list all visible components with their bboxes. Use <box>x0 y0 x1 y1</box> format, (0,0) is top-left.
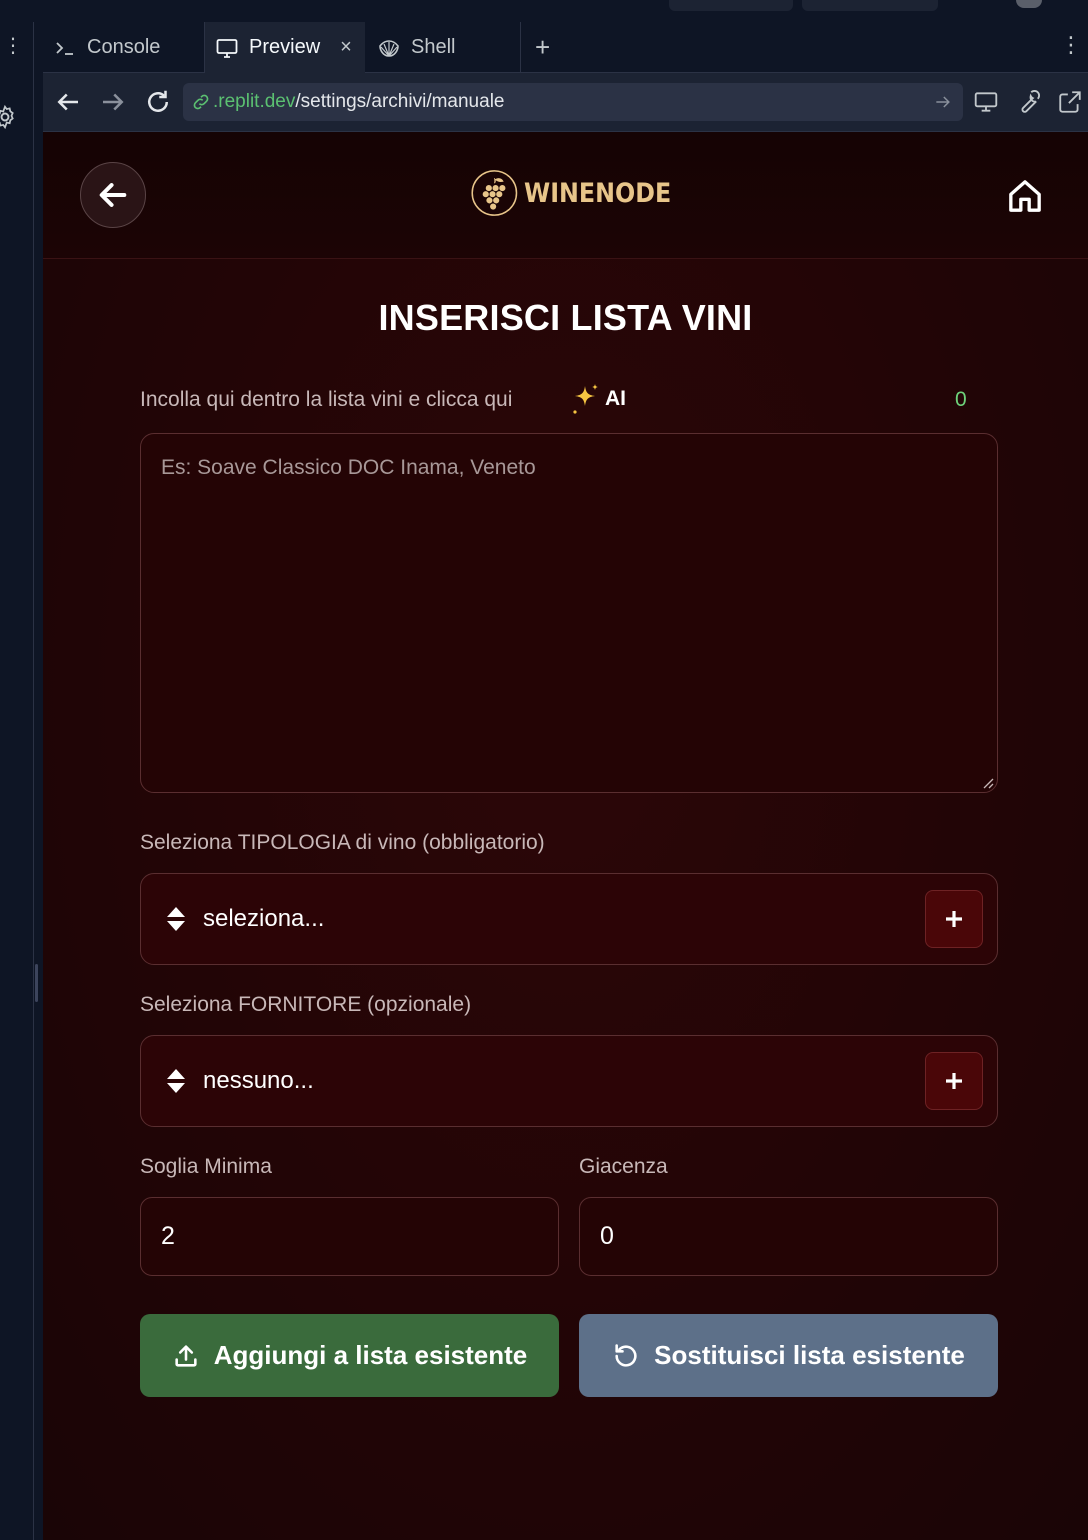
tab-divider <box>520 22 521 73</box>
sort-arrows-icon <box>167 907 185 931</box>
tab-label: Shell <box>411 36 456 58</box>
paste-label: Incolla qui dentro la lista vini e clicc… <box>140 388 513 411</box>
gear-icon[interactable] <box>0 104 18 130</box>
reload-icon[interactable] <box>143 87 173 117</box>
wrench-icon[interactable] <box>1015 89 1041 115</box>
replace-list-button[interactable]: Sostituisci lista esistente <box>579 1314 998 1397</box>
panel-resize-handle[interactable] <box>35 964 38 1002</box>
add-to-list-button[interactable]: Aggiungi a lista esistente <box>140 1314 559 1397</box>
add-tab-icon[interactable]: + <box>535 34 550 60</box>
brand-name: WINENODE <box>523 177 671 209</box>
home-icon[interactable] <box>1005 176 1045 216</box>
giacenza-value: 0 <box>600 1222 614 1250</box>
tipologia-value: seleziona... <box>203 905 325 932</box>
url-path: /settings/archivi/manuale <box>295 91 505 112</box>
soglia-value: 2 <box>161 1222 175 1250</box>
plus-icon <box>946 1073 962 1089</box>
window-top-strip <box>0 0 1088 22</box>
close-icon[interactable]: × <box>340 36 352 59</box>
back-arrow-icon[interactable] <box>53 87 83 117</box>
add-fornitore-button[interactable] <box>925 1052 983 1110</box>
arrow-left-icon <box>99 183 127 207</box>
external-link-icon[interactable] <box>1057 89 1083 115</box>
terminal-icon <box>56 41 73 55</box>
shell-icon <box>379 39 399 57</box>
soglia-label: Soglia Minima <box>140 1155 272 1178</box>
fornitore-label: Seleziona FORNITORE (opzionale) <box>140 993 472 1016</box>
replace-button-label: Sostituisci lista esistente <box>654 1340 965 1370</box>
devices-icon[interactable] <box>973 89 999 115</box>
tipologia-select[interactable]: seleziona... <box>140 873 998 965</box>
resize-grip-icon[interactable] <box>980 775 994 789</box>
tab-preview[interactable]: Preview × <box>205 22 365 73</box>
add-button-label: Aggiungi a lista esistente <box>213 1340 528 1370</box>
tab-shell[interactable]: Shell <box>365 22 520 73</box>
giacenza-input[interactable]: 0 <box>579 1197 998 1276</box>
tab-label: Preview <box>249 36 321 58</box>
url-input[interactable]: .replit.dev/settings/archivi/manuale <box>183 83 963 121</box>
sort-arrows-icon <box>167 1069 185 1093</box>
url-host: .replit.dev <box>213 91 296 112</box>
line-counter: 0 <box>955 388 967 411</box>
more-icon[interactable]: ⋮ <box>1060 34 1082 56</box>
wine-list-textarea[interactable]: Es: Soave Classico DOC Inama, Veneto <box>140 433 998 793</box>
giacenza-label: Giacenza <box>579 1155 668 1178</box>
more-icon[interactable]: ⋮ <box>3 36 23 56</box>
tab-label: Console <box>87 36 161 58</box>
monitor-icon <box>216 38 238 58</box>
top-pill <box>802 0 938 11</box>
left-rail: ⋮ <box>0 22 34 1540</box>
tab-bar: Console Preview × Shell + ⋮ <box>43 22 1088 73</box>
link-icon <box>193 94 209 110</box>
ai-label: AI <box>605 387 626 410</box>
avatar[interactable] <box>1016 0 1042 8</box>
go-arrow-icon[interactable] <box>933 92 953 112</box>
url-bar: .replit.dev/settings/archivi/manuale <box>43 73 1088 132</box>
rotate-ccw-icon <box>615 1343 637 1367</box>
tipologia-label: Seleziona TIPOLOGIA di vino (obbligatori… <box>140 831 545 854</box>
tab-console[interactable]: Console <box>43 22 204 73</box>
plus-icon <box>946 911 962 927</box>
fornitore-select[interactable]: nessuno... <box>140 1035 998 1127</box>
page-title: INSERISCI LISTA VINI <box>378 297 753 338</box>
app-header: WINENODE <box>43 132 1088 259</box>
brand-logo[interactable]: WINENODE <box>471 153 691 233</box>
upload-icon <box>175 1344 197 1367</box>
top-pill <box>669 0 793 11</box>
add-tipologia-button[interactable] <box>925 890 983 948</box>
textarea-placeholder: Es: Soave Classico DOC Inama, Veneto <box>161 456 536 479</box>
back-button[interactable] <box>80 162 146 228</box>
fornitore-value: nessuno... <box>203 1067 314 1094</box>
forward-arrow-icon[interactable] <box>98 87 128 117</box>
soglia-input[interactable]: 2 <box>140 1197 559 1276</box>
ai-parse-button[interactable]: AI <box>571 382 626 416</box>
sparkles-icon <box>573 384 598 414</box>
grapes-logo-icon <box>471 170 518 216</box>
app-preview: WINENODE INSERISCI LISTA VINI Incolla qu… <box>43 132 1088 1540</box>
